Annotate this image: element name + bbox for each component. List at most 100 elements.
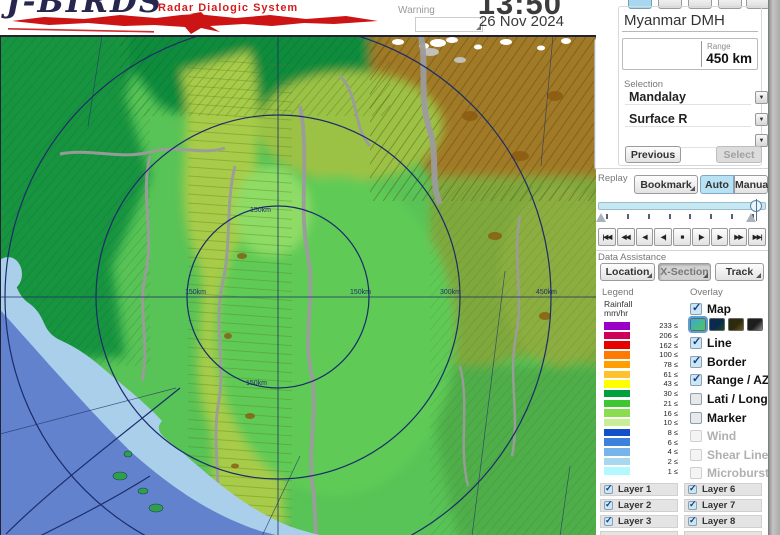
- step-back-button[interactable]: ◀: [635, 228, 654, 246]
- warning-label: Warning: [398, 5, 435, 16]
- jump-start-button[interactable]: |◀◀: [598, 228, 616, 246]
- legend-swatch: [604, 389, 630, 398]
- layer-2-checkbox[interactable]: [604, 499, 613, 510]
- legend-value: 43 ≤: [663, 379, 678, 389]
- overlay-item-label: Lati / Long: [707, 392, 768, 407]
- replay-slider-track[interactable]: [598, 202, 766, 210]
- legend-swatch: [604, 341, 630, 349]
- next-frame-button[interactable]: |▶: [691, 228, 710, 246]
- site-field[interactable]: Mandalay: [625, 90, 751, 105]
- layer-6-checkbox[interactable]: [688, 483, 697, 494]
- auto-button[interactable]: Auto: [700, 175, 734, 194]
- replay-slider-handle[interactable]: [750, 199, 762, 221]
- manual-button[interactable]: Manual: [734, 175, 771, 194]
- overlay-item-range-az[interactable]: Range / AZ: [690, 371, 770, 390]
- border-checkbox[interactable]: [690, 354, 702, 368]
- legend-swatch: [604, 438, 630, 446]
- jbirds-logo: J-BIRDS Radar Dialogic System: [0, 0, 392, 35]
- layer-6-row[interactable]: Layer 6: [684, 483, 762, 496]
- xsection-button[interactable]: X-Section: [658, 263, 711, 281]
- range-az-checkbox[interactable]: [690, 372, 702, 387]
- layer-label: Layer 6: [702, 484, 736, 495]
- legend-value: 8 ≤: [667, 427, 678, 437]
- overlay-item-lati-long[interactable]: Lati / Long: [690, 390, 768, 409]
- bookmark-button[interactable]: Bookmark: [634, 175, 698, 194]
- legend-row: 100 ≤: [604, 350, 678, 360]
- overlay-item-wind: Wind: [690, 427, 766, 446]
- overlay-item-map[interactable]: Map: [690, 300, 731, 319]
- overlay-item-label: Shear Line: [707, 447, 769, 462]
- line-checkbox[interactable]: [690, 335, 702, 350]
- layer-7-checkbox[interactable]: [688, 499, 697, 510]
- overlay-item-border[interactable]: Border: [690, 353, 766, 372]
- fast-forward-button[interactable]: ▶▶: [729, 228, 748, 246]
- map-style-swatches: [688, 316, 763, 333]
- track-button[interactable]: Track: [715, 263, 764, 281]
- legend-value: 2 ≤: [667, 456, 678, 466]
- replay-label: Replay: [598, 173, 628, 184]
- jump-end-button[interactable]: ▶▶|: [748, 228, 767, 246]
- play-button[interactable]: ▶: [710, 228, 729, 246]
- layer-label: Layer 2: [618, 500, 652, 511]
- product-field[interactable]: Surface R: [625, 112, 751, 127]
- legend-row: 10 ≤: [604, 418, 678, 428]
- legend-swatch: [604, 467, 630, 475]
- legend-swatch: [604, 428, 630, 437]
- select-button[interactable]: Select: [716, 146, 762, 163]
- location-button[interactable]: Location: [600, 263, 655, 281]
- layer-8-checkbox[interactable]: [688, 515, 697, 526]
- slider-start-marker: [596, 213, 606, 222]
- legend-swatch: [604, 370, 630, 379]
- overlay-item-marker[interactable]: Marker: [690, 408, 766, 427]
- legend-swatch: [604, 457, 630, 466]
- legend-value: 30 ≤: [663, 389, 678, 399]
- map-style-terrain-swatch[interactable]: [688, 316, 708, 333]
- legend-row: 21 ≤: [604, 399, 678, 409]
- marker-checkbox[interactable]: [690, 411, 702, 424]
- map-style-dark-navy-swatch[interactable]: [709, 318, 725, 331]
- rainfall-legend: 233 ≤ 206 ≤ 162 ≤ 100 ≤ 78 ≤ 61 ≤ 43 ≤ 3…: [604, 321, 678, 476]
- map-style-dark-olive-swatch[interactable]: [728, 318, 744, 331]
- control-panel: Myanmar DMH Range 450 km Selection Manda…: [596, 0, 771, 535]
- legend-value: 10 ≤: [663, 418, 678, 428]
- radar-map-viewport[interactable]: 150km 300km 450km 150km 150km 150km: [0, 35, 598, 535]
- layer-3-checkbox[interactable]: [604, 515, 613, 526]
- legend-row: 30 ≤: [604, 389, 678, 399]
- divider: [596, 168, 768, 169]
- legend-row: 43 ≤: [604, 379, 678, 389]
- previous-button[interactable]: Previous: [625, 146, 681, 163]
- lati-long-checkbox[interactable]: [690, 393, 702, 406]
- overlay-item-line[interactable]: Line: [690, 334, 766, 353]
- layer-8-row[interactable]: Layer 8: [684, 515, 762, 528]
- range-value: 450 km: [706, 51, 752, 66]
- legend-row: 206 ≤: [604, 331, 678, 341]
- overlay-item-label: Range / AZ: [707, 373, 770, 388]
- overlay-item-label: Microburst: [707, 466, 770, 481]
- stop-button[interactable]: ■: [673, 228, 691, 246]
- range-label-east-150: 150km: [350, 289, 371, 296]
- overlay-item-label: Map: [707, 302, 731, 317]
- panel-scrollbar-strip[interactable]: [768, 0, 780, 535]
- data-assistance-label: Data Assistance: [598, 252, 667, 263]
- layer-row-partial[interactable]: [684, 531, 762, 535]
- transport-controls: |◀◀ ◀◀ ◀ ◀| ■ |▶ ▶ ▶▶ ▶▶|: [598, 228, 767, 246]
- legend-row: 8 ≤: [604, 428, 678, 438]
- legend-row: 1 ≤: [604, 466, 678, 476]
- range-label-east-450: 450km: [536, 289, 557, 296]
- layer-row-partial[interactable]: [600, 531, 678, 535]
- legend-row: 233 ≤: [604, 321, 678, 331]
- layer-2-row[interactable]: Layer 2: [600, 499, 678, 512]
- layer-3-row[interactable]: Layer 3: [600, 515, 678, 528]
- fast-rewind-button[interactable]: ◀◀: [616, 228, 635, 246]
- layer-7-row[interactable]: Layer 7: [684, 499, 762, 512]
- prev-frame-button[interactable]: ◀|: [654, 228, 673, 246]
- layer-1-checkbox[interactable]: [604, 483, 613, 494]
- map-checkbox[interactable]: [690, 301, 702, 316]
- legend-value: 1 ≤: [667, 466, 678, 476]
- map-style-dark-gray-swatch[interactable]: [747, 318, 763, 331]
- site-dropdown-button[interactable]: ▼: [755, 91, 768, 104]
- layer-1-row[interactable]: Layer 1: [600, 483, 678, 496]
- overlay-item-shear-line: Shear Line: [690, 446, 769, 465]
- product-dropdown-button[interactable]: ▼: [755, 113, 768, 126]
- overlay-list: Line Border Range / AZ Lati / Long Marke…: [690, 334, 770, 483]
